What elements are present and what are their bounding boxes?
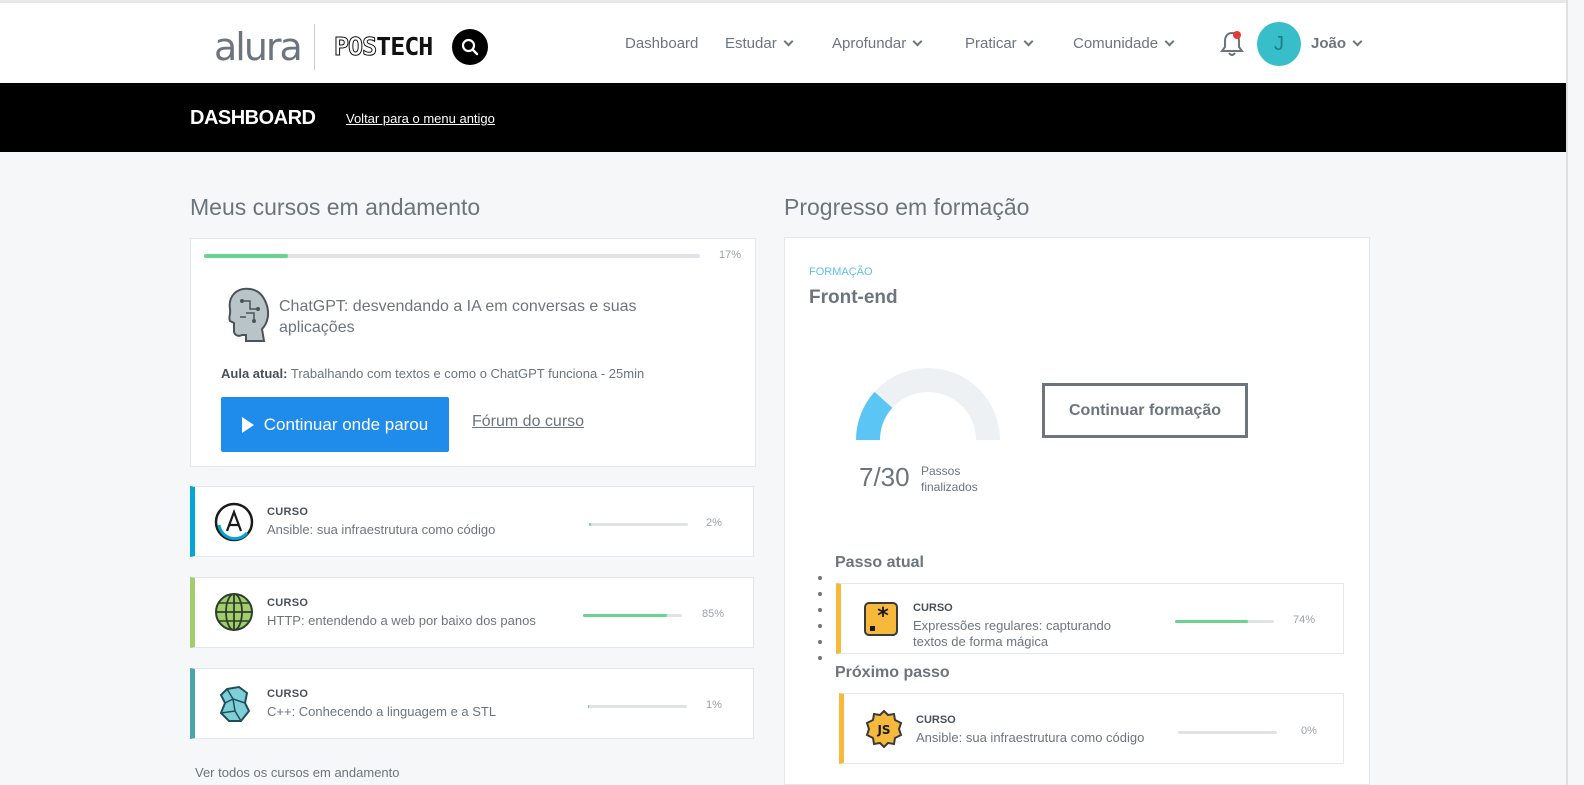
- svg-text:*: *: [877, 604, 889, 629]
- logo-divider: [314, 24, 315, 70]
- chevron-down-icon: [1164, 36, 1175, 47]
- course-row[interactable]: CURSO HTTP: entendendo a web por baixo d…: [190, 577, 754, 648]
- nav-praticar[interactable]: Praticar: [965, 35, 1034, 52]
- step-progress-bar: [1178, 731, 1277, 734]
- postech-logo-tech: TECH: [376, 32, 433, 61]
- dashboard-bar: DASHBOARD Voltar para o menu antigo: [0, 83, 1568, 152]
- course-type-tag: CURSO: [267, 597, 309, 609]
- step-progress-label: 0%: [1301, 725, 1317, 737]
- chatgpt-course-icon: [220, 283, 272, 345]
- regex-icon: *: [864, 602, 898, 636]
- course-progress-label: 1%: [706, 699, 722, 711]
- course-name: HTTP: entendendo a web por baixo dos pan…: [267, 613, 536, 628]
- timeline-dot: [818, 640, 822, 644]
- current-course-progress-fill: [204, 254, 289, 258]
- steps-done-label: Passos finalizados: [921, 464, 978, 494]
- nav-praticar-label: Praticar: [965, 35, 1017, 52]
- play-icon: [241, 416, 254, 433]
- timeline-dots: [818, 576, 822, 672]
- next-step-row[interactable]: JS CURSO Ansible: sua infraestrutura com…: [839, 693, 1344, 764]
- course-row[interactable]: CURSO C++: Conhecendo a linguagem e a ST…: [190, 668, 754, 739]
- timeline-dot: [818, 576, 822, 580]
- formation-tag: FORMAÇÃO: [809, 266, 873, 278]
- svg-text:JS: JS: [876, 723, 890, 737]
- nav-aprofundar[interactable]: Aprofundar: [832, 35, 923, 52]
- course-progress-fill: [583, 614, 668, 617]
- postech-logo[interactable]: POSTECH: [333, 32, 433, 61]
- step-type-tag: CURSO: [913, 602, 953, 614]
- nav-estudar[interactable]: Estudar: [725, 35, 794, 52]
- course-progress-bar: [589, 523, 688, 526]
- see-all-courses-link[interactable]: Ver todos os cursos em andamento: [195, 765, 400, 780]
- course-progress-label: 85%: [702, 608, 725, 620]
- timeline-dot: [818, 608, 822, 612]
- course-type-tag: CURSO: [267, 688, 309, 700]
- postech-logo-pos: POS: [333, 32, 377, 61]
- current-lesson-title: Trabalhando com textos e como o ChatGPT …: [290, 366, 645, 381]
- user-name: João: [1311, 35, 1347, 52]
- chevron-down-icon: [783, 36, 794, 47]
- step-progress-bar: [1175, 620, 1274, 623]
- notification-dot: [1233, 31, 1241, 39]
- formation-name[interactable]: Front-end: [809, 287, 898, 309]
- old-menu-link[interactable]: Voltar para o menu antigo: [346, 111, 495, 126]
- search-icon: [461, 38, 479, 56]
- course-progress-label: 2%: [706, 517, 722, 529]
- continue-course-label: Continuar onde parou: [263, 414, 429, 434]
- notification-bell-icon[interactable]: [1219, 30, 1245, 58]
- nav-estudar-label: Estudar: [725, 35, 777, 52]
- nav-dashboard[interactable]: Dashboard: [625, 35, 698, 52]
- step-progress-label: 74%: [1293, 614, 1316, 626]
- chevron-down-icon: [1023, 36, 1034, 47]
- formation-progress-gauge: [856, 368, 1000, 441]
- avatar[interactable]: J: [1257, 22, 1301, 66]
- course-progress-fill: [588, 705, 589, 708]
- current-lesson: Aula atual: Trabalhando com textos e com…: [221, 366, 644, 381]
- nav-comunidade-label: Comunidade: [1073, 35, 1159, 52]
- step-type-tag: CURSO: [916, 714, 956, 726]
- page-title: DASHBOARD: [190, 107, 316, 129]
- scrollbar-track[interactable]: [1566, 0, 1568, 785]
- nav-comunidade[interactable]: Comunidade: [1073, 35, 1175, 52]
- current-step-row[interactable]: * CURSO Expressões regulares: capturando…: [836, 583, 1344, 654]
- top-navbar: alura POSTECH Dashboard Estudar Aprofund…: [0, 0, 1568, 83]
- step-progress-fill: [1175, 620, 1249, 623]
- user-menu[interactable]: João: [1311, 35, 1363, 52]
- course-row[interactable]: CURSO Ansible: sua infraestrutura como c…: [190, 486, 754, 557]
- javascript-icon: JS: [865, 709, 903, 749]
- gauge-fill: [856, 391, 893, 441]
- steps-done-count: 7/30: [859, 462, 910, 492]
- chevron-down-icon: [1352, 36, 1363, 47]
- course-progress-bar: [588, 705, 687, 708]
- next-step-heading: Próximo passo: [835, 664, 950, 681]
- current-course-progress-label: 17%: [719, 249, 742, 261]
- continue-formation-button[interactable]: Continuar formação: [1042, 383, 1248, 438]
- nav-dashboard-label: Dashboard: [625, 35, 699, 52]
- timeline-dot: [818, 624, 822, 628]
- course-name: C++: Conhecendo a linguagem e a STL: [267, 704, 497, 719]
- course-progress-bar: [583, 614, 682, 617]
- continue-course-button[interactable]: Continuar onde parou: [221, 397, 449, 452]
- course-progress-fill: [589, 523, 591, 526]
- course-type-tag: CURSO: [267, 506, 309, 518]
- current-step-heading: Passo atual: [835, 554, 924, 571]
- ansible-icon: [214, 502, 254, 542]
- courses-section-title: Meus cursos em andamento: [190, 194, 481, 220]
- course-name: Ansible: sua infraestrutura como código: [267, 522, 496, 537]
- formation-section-title: Progresso em formação: [784, 194, 1030, 220]
- cpp-icon: [219, 685, 251, 722]
- chevron-down-icon: [912, 36, 923, 47]
- step-course-name: Ansible: sua infraestrutura como código: [916, 730, 1145, 745]
- globe-icon: [215, 593, 253, 631]
- nav-aprofundar-label: Aprofundar: [832, 35, 907, 52]
- current-course-name[interactable]: ChatGPT: desvendando a IA em conversas e…: [279, 296, 679, 338]
- current-course-progress-bar: [204, 254, 700, 258]
- timeline-dot: [818, 656, 822, 660]
- current-lesson-label: Aula atual:: [221, 366, 288, 381]
- course-forum-link[interactable]: Fórum do curso: [472, 413, 584, 431]
- timeline-dot: [818, 592, 822, 596]
- search-button[interactable]: [452, 29, 488, 65]
- alura-logo[interactable]: alura: [214, 28, 303, 66]
- step-course-name: Expressões regulares: capturando textos …: [913, 618, 1112, 649]
